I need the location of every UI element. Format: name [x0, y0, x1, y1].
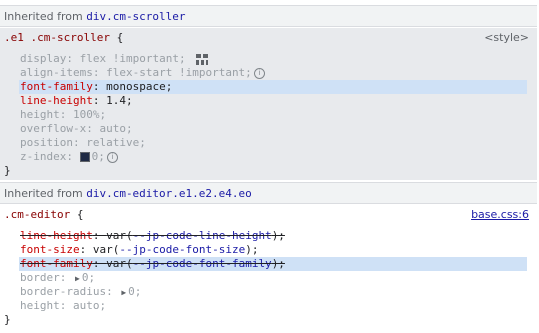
property-name[interactable]: display — [20, 52, 66, 65]
style-rule-cm-editor: .cm-editor { base.css:6 line-height: var… — [0, 205, 537, 333]
selector-text[interactable]: .e1 .cm-scroller — [4, 31, 110, 44]
property-name[interactable]: line-height — [20, 229, 93, 242]
property-border[interactable]: border: ▶ 0; — [20, 271, 539, 285]
inherited-node-link[interactable]: div.cm-scroller — [86, 10, 185, 23]
property-line-height[interactable]: line-height: 1.4; — [20, 94, 539, 108]
expand-triangle-icon[interactable]: ▶ — [121, 286, 126, 300]
property-value: ); — [245, 243, 259, 256]
style-rule-scroller: .e1 .cm-scroller { <style> display: flex… — [0, 28, 537, 180]
property-value[interactable]: 0; — [128, 285, 141, 298]
property-value: var( — [92, 243, 120, 256]
property-height[interactable]: height: 100%; — [20, 108, 539, 122]
property-align-items[interactable]: align-items: flex-start !important; i — [20, 66, 539, 80]
property-position[interactable]: position: relative; — [20, 136, 539, 150]
property-name[interactable]: height — [20, 108, 60, 121]
open-brace: { — [116, 31, 124, 44]
property-name[interactable]: position — [20, 136, 73, 149]
property-name[interactable]: align-items — [20, 66, 93, 79]
property-name[interactable]: z-index — [20, 150, 66, 163]
stacking-context-icon[interactable] — [79, 152, 90, 162]
css-variable-link[interactable]: --jp-code-line-height — [133, 229, 272, 242]
property-border-radius[interactable]: border-radius: ▶ 0; — [20, 285, 539, 299]
property-value[interactable]: auto; — [99, 122, 132, 135]
property-display[interactable]: display: flex !important; — [20, 52, 539, 66]
separator: : — [66, 150, 80, 163]
inherited-node-link[interactable]: div.cm-editor.e1.e2.e4.eo — [86, 187, 252, 200]
property-value[interactable]: relative; — [86, 136, 146, 149]
property-value: var( — [106, 229, 133, 242]
expand-triangle-icon[interactable]: ▶ — [75, 272, 80, 286]
property-name[interactable]: font-size — [20, 243, 80, 256]
property-line-height-overridden[interactable]: line-height: var(--jp-code-line-height); — [20, 229, 539, 243]
css-variable-link[interactable]: --jp-code-font-size — [119, 243, 245, 256]
inherited-label: Inherited from — [4, 187, 87, 200]
separator: : — [86, 122, 100, 135]
inherited-header: Inherited from div.cm-editor.e1.e2.e4.eo — [0, 182, 537, 204]
stylesheet-link[interactable]: base.css:6 — [471, 208, 529, 222]
selector-text[interactable]: .cm-editor — [4, 208, 70, 221]
separator: : — [59, 271, 73, 284]
rule-source[interactable]: <style> — [484, 31, 529, 45]
separator: : — [79, 243, 93, 256]
property-name[interactable]: height — [20, 299, 60, 312]
property-value: ); — [271, 229, 285, 242]
css-variable-link[interactable]: --jp-code-font-family — [133, 257, 272, 270]
property-name[interactable]: border — [20, 271, 60, 284]
property-name[interactable]: overflow-x — [20, 122, 86, 135]
separator: : — [106, 285, 120, 298]
separator: : — [92, 94, 107, 107]
property-z-index[interactable]: z-index: 0; i — [20, 150, 539, 164]
separator: : — [59, 108, 73, 121]
close-brace: } — [4, 164, 11, 177]
property-font-family-overridden[interactable]: font-family: var(--jp-code-font-family); — [20, 257, 539, 271]
info-icon[interactable]: i — [106, 151, 118, 163]
separator: : — [59, 299, 73, 312]
separator: : — [72, 136, 87, 149]
property-name[interactable]: border-radius — [20, 285, 106, 298]
separator: : — [92, 229, 107, 242]
property-value[interactable]: monospace; — [106, 80, 172, 93]
rule-selector[interactable]: .e1 .cm-scroller { — [4, 31, 539, 45]
inherited-header: Inherited from div.cm-scroller — [0, 5, 537, 27]
property-name[interactable]: font-family — [20, 257, 93, 270]
separator: : — [66, 52, 80, 65]
rule-selector[interactable]: .cm-editor { — [4, 208, 539, 222]
inherited-label: Inherited from — [4, 10, 87, 23]
property-value[interactable]: auto; — [73, 299, 106, 312]
separator: : — [92, 66, 107, 79]
property-overflow-x[interactable]: overflow-x: auto; — [20, 122, 539, 136]
property-name[interactable]: line-height — [20, 94, 93, 107]
close-brace: } — [4, 313, 11, 326]
property-value: var( — [106, 257, 133, 270]
flexbox-editor-icon[interactable] — [196, 53, 209, 65]
property-height[interactable]: height: auto; — [20, 299, 539, 313]
property-value[interactable]: flex-start !important; — [106, 66, 252, 79]
info-icon[interactable]: i — [253, 67, 265, 79]
separator: : — [92, 80, 107, 93]
property-value[interactable]: flex !important; — [80, 52, 186, 65]
property-value[interactable]: 0; — [92, 150, 105, 163]
open-brace: { — [76, 208, 84, 221]
property-value[interactable]: 0; — [82, 271, 95, 284]
property-value[interactable]: 100%; — [73, 108, 106, 121]
property-name[interactable]: font-family — [20, 80, 93, 93]
property-value[interactable]: 1.4; — [106, 94, 133, 107]
property-font-family[interactable]: font-family: monospace; — [20, 80, 539, 94]
property-font-size[interactable]: font-size: var(--jp-code-font-size); — [20, 243, 539, 257]
property-value: ); — [271, 257, 285, 270]
separator: : — [92, 257, 107, 270]
